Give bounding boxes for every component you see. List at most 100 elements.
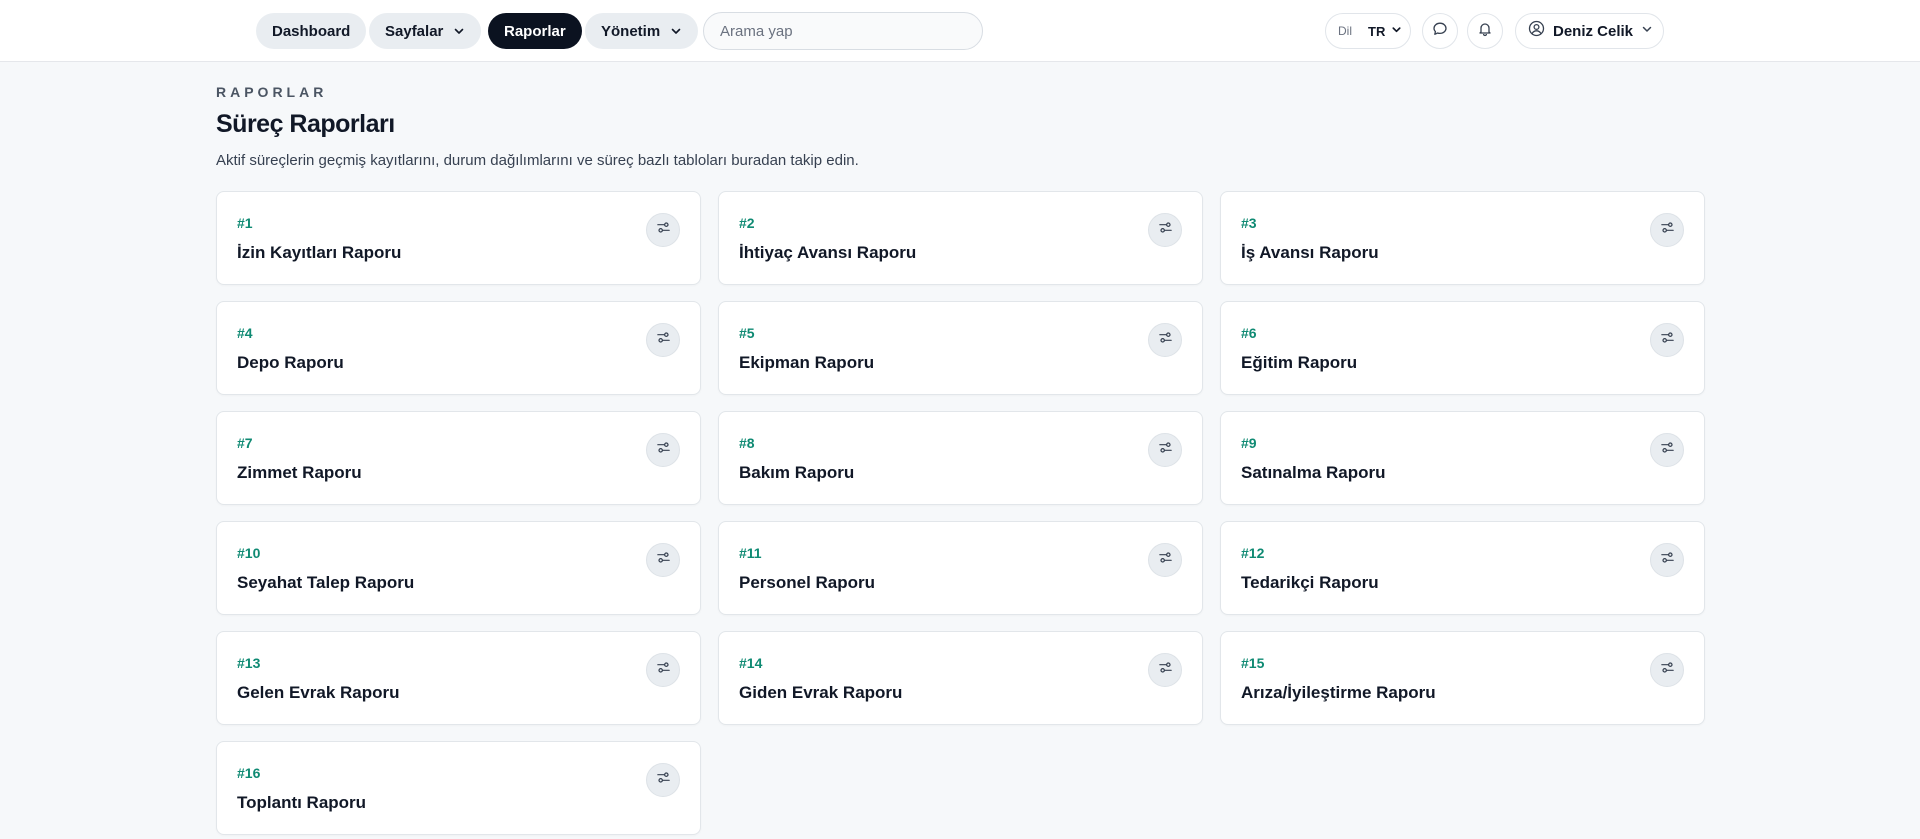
sliders-icon	[656, 220, 671, 240]
nav-dashboard-label: Dashboard	[272, 22, 351, 40]
chevron-down-icon	[1641, 22, 1653, 40]
sliders-icon	[656, 330, 671, 350]
report-number: #6	[1241, 325, 1257, 341]
report-title: Tedarikçi Raporu	[1241, 573, 1379, 592]
report-number: #7	[237, 435, 253, 451]
report-title: Depo Raporu	[237, 353, 344, 372]
report-filter-button[interactable]	[1148, 543, 1182, 577]
chevron-down-icon	[453, 25, 465, 37]
report-title: İzin Kayıtları Raporu	[237, 243, 402, 262]
nav-reports-label: Raporlar	[504, 22, 566, 40]
report-card[interactable]: #7 Zimmet Raporu	[216, 411, 701, 505]
report-filter-button[interactable]	[1650, 213, 1684, 247]
report-title: Arıza/İyileştirme Raporu	[1241, 683, 1436, 702]
report-filter-button[interactable]	[646, 543, 680, 577]
report-number: #2	[739, 215, 755, 231]
nav-pages-label: Sayfalar	[385, 22, 444, 40]
report-card[interactable]: #2 İhtiyaç Avansı Raporu	[718, 191, 1203, 285]
chat-icon	[1432, 21, 1448, 42]
report-title: Giden Evrak Raporu	[739, 683, 903, 702]
chevron-down-icon	[670, 25, 682, 37]
report-card[interactable]: #10 Seyahat Talep Raporu	[216, 521, 701, 615]
report-grid: #1 İzin Kayıtları Raporu #2 İhtiyaç Avan…	[216, 191, 1705, 835]
report-number: #10	[237, 545, 261, 561]
page-title: Süreç Raporları	[216, 110, 395, 138]
report-card[interactable]: #14 Giden Evrak Raporu	[718, 631, 1203, 725]
report-number: #16	[237, 765, 261, 781]
sliders-icon	[656, 550, 671, 570]
report-filter-button[interactable]	[646, 653, 680, 687]
sliders-icon	[656, 770, 671, 790]
page-description: Aktif süreçlerin geçmiş kayıtlarını, dur…	[216, 152, 859, 169]
report-card[interactable]: #3 İş Avansı Raporu	[1220, 191, 1705, 285]
sliders-icon	[656, 660, 671, 680]
search-input[interactable]	[720, 22, 966, 40]
report-filter-button[interactable]	[1650, 433, 1684, 467]
chevron-down-icon	[1391, 22, 1402, 40]
sliders-icon	[1158, 550, 1173, 570]
report-filter-button[interactable]	[646, 433, 680, 467]
report-filter-button[interactable]	[646, 763, 680, 797]
report-number: #8	[739, 435, 755, 451]
report-number: #1	[237, 215, 253, 231]
report-filter-button[interactable]	[1148, 323, 1182, 357]
report-filter-button[interactable]	[1148, 433, 1182, 467]
report-number: #13	[237, 655, 261, 671]
nav-reports-button[interactable]: Raporlar	[488, 13, 582, 49]
report-title: Gelen Evrak Raporu	[237, 683, 400, 702]
report-filter-button[interactable]	[1650, 653, 1684, 687]
sliders-icon	[1660, 220, 1675, 240]
report-card[interactable]: #6 Eğitim Raporu	[1220, 301, 1705, 395]
report-title: Ekipman Raporu	[739, 353, 875, 372]
section-eyebrow: RAPORLAR	[216, 84, 328, 100]
report-title: Zimmet Raporu	[237, 463, 362, 482]
report-card[interactable]: #11 Personel Raporu	[718, 521, 1203, 615]
report-filter-button[interactable]	[1148, 213, 1182, 247]
report-number: #14	[739, 655, 763, 671]
report-filter-button[interactable]	[1148, 653, 1182, 687]
notifications-button[interactable]	[1467, 13, 1503, 49]
report-number: #5	[739, 325, 755, 341]
nav-management-label: Yönetim	[601, 22, 661, 40]
nav-management-dropdown[interactable]: Yönetim	[585, 13, 699, 49]
top-navbar: Dashboard Sayfalar Raporlar Yönetim Dil …	[0, 0, 1920, 62]
user-name: Deniz Celik	[1553, 22, 1634, 40]
report-title: Personel Raporu	[739, 573, 876, 592]
report-card[interactable]: #16 Toplantı Raporu	[216, 741, 701, 835]
report-number: #15	[1241, 655, 1265, 671]
sliders-icon	[1660, 330, 1675, 350]
language-label: Dil	[1338, 24, 1352, 38]
report-card[interactable]: #12 Tedarikçi Raporu	[1220, 521, 1705, 615]
nav-pages-dropdown[interactable]: Sayfalar	[369, 13, 482, 49]
sliders-icon	[1660, 550, 1675, 570]
report-number: #12	[1241, 545, 1265, 561]
report-filter-button[interactable]	[646, 323, 680, 357]
sliders-icon	[1660, 440, 1675, 460]
report-title: Toplantı Raporu	[237, 793, 367, 812]
report-card[interactable]: #9 Satınalma Raporu	[1220, 411, 1705, 505]
sliders-icon	[1158, 660, 1173, 680]
report-filter-button[interactable]	[1650, 543, 1684, 577]
language-selector[interactable]: Dil TR	[1325, 13, 1411, 49]
report-card[interactable]: #5 Ekipman Raporu	[718, 301, 1203, 395]
report-filter-button[interactable]	[1650, 323, 1684, 357]
sliders-icon	[1158, 220, 1173, 240]
report-number: #3	[1241, 215, 1257, 231]
report-title: İhtiyaç Avansı Raporu	[739, 243, 917, 262]
report-filter-button[interactable]	[646, 213, 680, 247]
sliders-icon	[1158, 330, 1173, 350]
report-title: Eğitim Raporu	[1241, 353, 1358, 372]
report-card[interactable]: #13 Gelen Evrak Raporu	[216, 631, 701, 725]
user-icon	[1528, 20, 1545, 42]
nav-dashboard-button[interactable]: Dashboard	[256, 13, 367, 49]
report-card[interactable]: #8 Bakım Raporu	[718, 411, 1203, 505]
language-value: TR	[1368, 23, 1386, 39]
report-title: Bakım Raporu	[739, 463, 855, 482]
report-card[interactable]: #1 İzin Kayıtları Raporu	[216, 191, 701, 285]
report-title: İş Avansı Raporu	[1241, 243, 1379, 262]
sliders-icon	[1660, 660, 1675, 680]
messages-button[interactable]	[1422, 13, 1458, 49]
report-card[interactable]: #15 Arıza/İyileştirme Raporu	[1220, 631, 1705, 725]
user-menu-button[interactable]: Deniz Celik	[1515, 13, 1664, 49]
report-card[interactable]: #4 Depo Raporu	[216, 301, 701, 395]
